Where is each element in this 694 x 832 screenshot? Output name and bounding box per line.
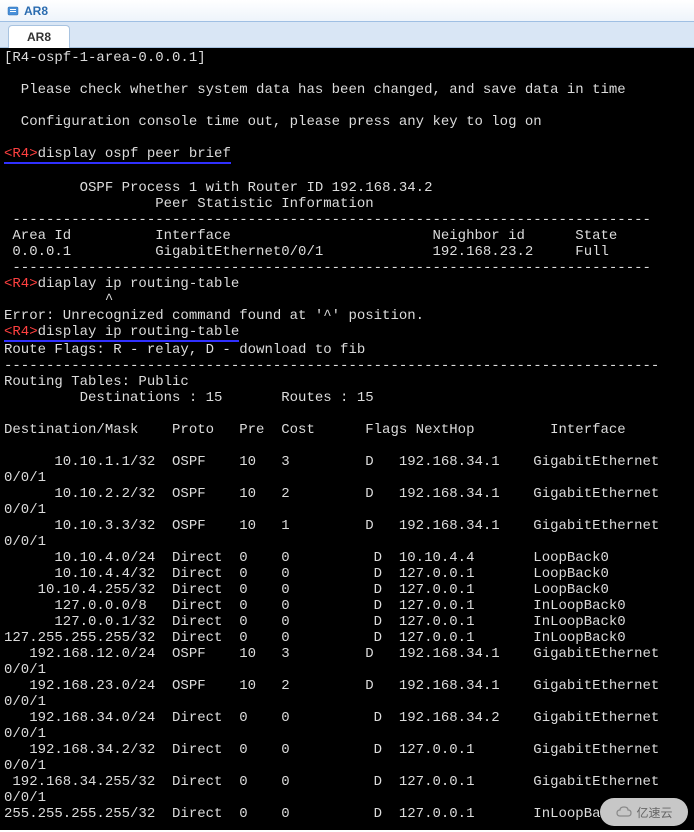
routing-public: Routing Tables: Public bbox=[4, 374, 189, 390]
window-title: AR8 bbox=[24, 4, 48, 18]
route-flags: Route Flags: R - relay, D - download to … bbox=[4, 342, 365, 358]
dash-3: ----------------------------------------… bbox=[4, 358, 659, 374]
cmd-display-ospf-peer: display ospf peer brief bbox=[38, 146, 231, 164]
prompt-r4-3: <R4> bbox=[4, 324, 38, 342]
peer-row: 0.0.0.1 GigabitEthernet0/0/1 192.168.23.… bbox=[4, 244, 609, 260]
route-columns: Destination/Mask Proto Pre Cost Flags Ne… bbox=[4, 422, 626, 438]
dash-1: ----------------------------------------… bbox=[4, 212, 651, 228]
watermark-badge: 亿速云 bbox=[600, 798, 688, 826]
warn-save: Please check whether system data has bee… bbox=[4, 82, 626, 98]
routes-body: 10.10.1.1/32 OSPF 10 3 D 192.168.34.1 Gi… bbox=[4, 454, 659, 822]
prompt-r4-1: <R4> bbox=[4, 146, 38, 164]
peer-columns: Area Id Interface Neighbor id State bbox=[4, 228, 617, 244]
tab-ar8[interactable]: AR8 bbox=[8, 25, 70, 48]
peer-stat-header: Peer Statistic Information bbox=[4, 196, 374, 212]
terminal[interactable]: [R4-ospf-1-area-0.0.0.1] Please check wh… bbox=[0, 48, 694, 830]
error-line: Error: Unrecognized command found at '^'… bbox=[4, 308, 424, 324]
cmd-display-routing: display ip routing-table bbox=[38, 324, 240, 342]
ospf-process-line: OSPF Process 1 with Router ID 192.168.34… bbox=[4, 180, 432, 196]
context-line: [R4-ospf-1-area-0.0.0.1] bbox=[4, 50, 206, 66]
warn-timeout: Configuration console time out, please p… bbox=[4, 114, 542, 130]
dest-routes: Destinations : 15 Routes : 15 bbox=[4, 390, 374, 406]
caret-line: ^ bbox=[4, 292, 113, 308]
watermark-text: 亿速云 bbox=[636, 804, 672, 821]
cloud-icon bbox=[615, 805, 633, 819]
cmd-bad: diaplay ip routing-table bbox=[38, 276, 240, 292]
dash-2: ----------------------------------------… bbox=[4, 260, 651, 276]
tab-bar: AR8 bbox=[0, 22, 694, 48]
title-bar[interactable]: AR8 bbox=[0, 0, 694, 22]
prompt-r4-2: <R4> bbox=[4, 276, 38, 292]
app-icon bbox=[6, 4, 20, 18]
tab-label: AR8 bbox=[27, 30, 51, 44]
